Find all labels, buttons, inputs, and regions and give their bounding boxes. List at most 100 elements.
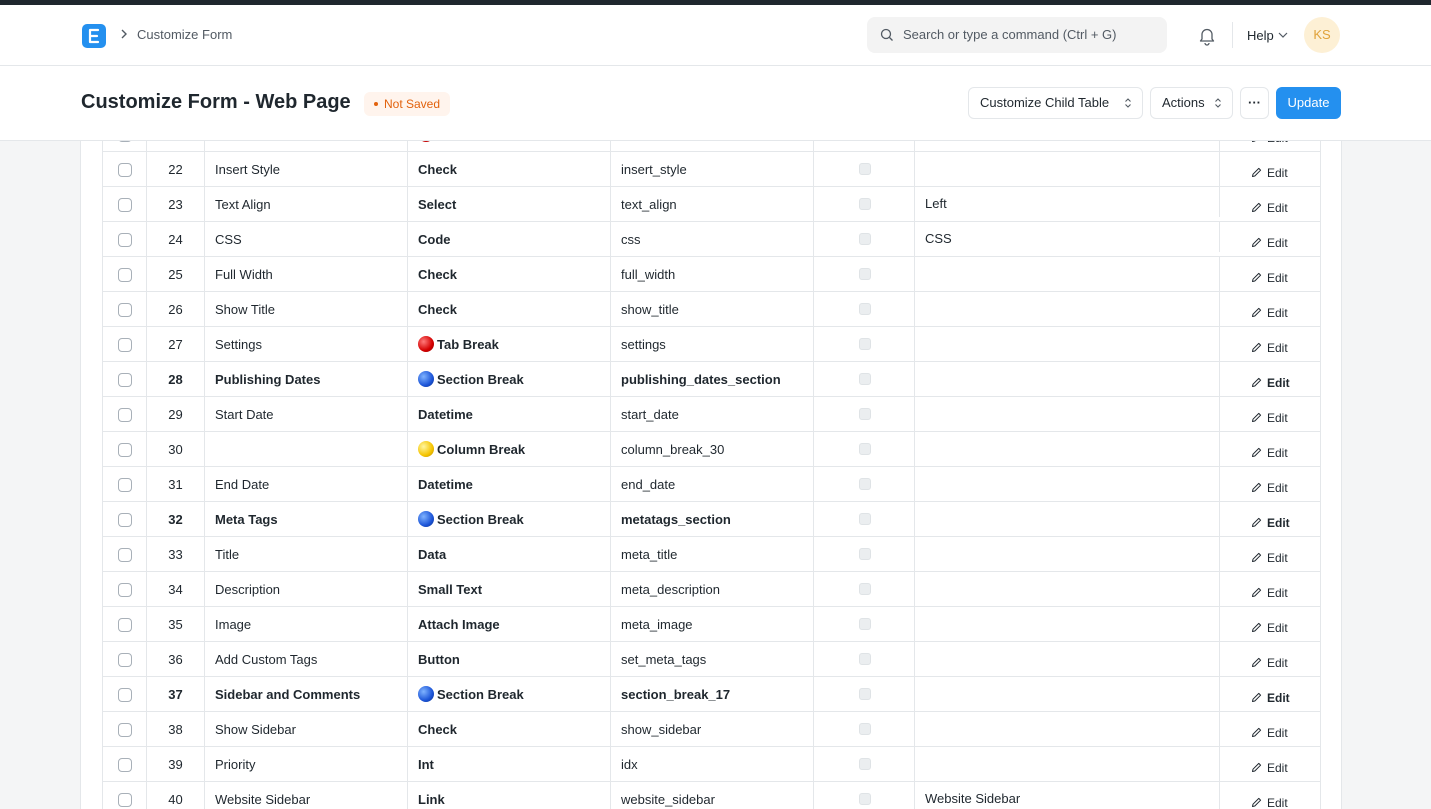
field-options[interactable]: Website Sidebar (915, 782, 1220, 809)
field-name[interactable]: css (611, 222, 814, 257)
row-checkbox[interactable] (118, 303, 132, 317)
field-label[interactable]: Website Sidebar (205, 782, 408, 809)
edit-button[interactable]: Edit (1251, 611, 1288, 642)
row-checkbox[interactable] (118, 758, 132, 772)
table-row[interactable]: 23Text Align Select text_align Left Center Ed… (102, 187, 1321, 222)
row-checkbox[interactable] (118, 443, 132, 457)
field-label[interactable]: Image (205, 607, 408, 642)
field-type-cell[interactable]: Attach Image (408, 607, 611, 642)
field-name[interactable]: meta_description (611, 572, 814, 607)
field-label[interactable]: Settings (205, 327, 408, 362)
field-options[interactable] (915, 292, 1220, 327)
field-label[interactable]: Title (205, 537, 408, 572)
row-checkbox[interactable] (118, 338, 132, 352)
field-name[interactable]: publishing_dates_section (611, 362, 814, 397)
field-options[interactable] (915, 257, 1220, 292)
row-checkbox[interactable] (118, 548, 132, 562)
field-options[interactable] (915, 607, 1220, 642)
mandatory-checkbox[interactable] (859, 793, 871, 805)
table-row[interactable]: 29 Start Date Datetime start_date Edit (102, 397, 1321, 432)
edit-button[interactable]: Edit (1251, 471, 1288, 502)
table-row[interactable]: 38 Show Sidebar Check show_sidebar Edit (102, 712, 1321, 747)
row-checkbox[interactable] (118, 653, 132, 667)
help-menu[interactable]: Help (1247, 28, 1274, 43)
edit-button[interactable]: Edit (1251, 716, 1288, 747)
edit-button[interactable]: Edit (1251, 786, 1288, 809)
row-checkbox[interactable] (118, 723, 132, 737)
edit-button[interactable]: Edit (1251, 226, 1288, 257)
row-checkbox[interactable] (118, 373, 132, 387)
row-checkbox[interactable] (118, 268, 132, 282)
field-type-cell[interactable]: Check (408, 292, 611, 327)
field-options[interactable] (915, 677, 1220, 712)
field-label[interactable]: End Date (205, 467, 408, 502)
edit-button[interactable]: Edit (1251, 191, 1288, 222)
table-row[interactable]: 34 Description Small Text meta_description E… (102, 572, 1321, 607)
field-type-cell[interactable]: Check (408, 257, 611, 292)
field-name[interactable]: meta_image (611, 607, 814, 642)
app-logo[interactable] (82, 24, 106, 48)
mandatory-checkbox[interactable] (859, 338, 871, 350)
mandatory-checkbox[interactable] (859, 478, 871, 490)
mandatory-checkbox[interactable] (859, 513, 871, 525)
field-name[interactable]: metatags_section (611, 502, 814, 537)
field-label[interactable]: Show Sidebar (205, 712, 408, 747)
edit-button[interactable]: Edit (1251, 576, 1288, 607)
field-name[interactable] (611, 141, 814, 152)
row-checkbox[interactable] (118, 688, 132, 702)
table-row[interactable]: 36 Add Custom Tags Button set_meta_tags Edit (102, 642, 1321, 677)
field-name[interactable]: full_width (611, 257, 814, 292)
field-name[interactable]: show_title (611, 292, 814, 327)
field-type-cell[interactable]: Small Text (408, 572, 611, 607)
row-checkbox[interactable] (118, 408, 132, 422)
field-name[interactable]: insert_style (611, 152, 814, 187)
edit-button[interactable]: Edit (1251, 541, 1288, 572)
field-label[interactable]: Insert Style (205, 152, 408, 187)
field-name[interactable]: start_date (611, 397, 814, 432)
field-options[interactable] (915, 502, 1220, 537)
field-options[interactable] (915, 152, 1220, 187)
row-checkbox[interactable] (118, 198, 132, 212)
field-type-cell[interactable]: Column Break (408, 432, 611, 467)
table-row[interactable]: 25 Full Width Check full_width Edit (102, 257, 1321, 292)
field-type-cell[interactable]: Section Break (408, 362, 611, 397)
mandatory-checkbox[interactable] (859, 198, 871, 210)
edit-button[interactable]: Edit (1251, 681, 1290, 712)
field-options[interactable] (915, 397, 1220, 432)
field-name[interactable]: idx (611, 747, 814, 782)
field-label[interactable]: Show Title (205, 292, 408, 327)
bell-icon[interactable] (1198, 26, 1216, 46)
mandatory-checkbox[interactable] (859, 618, 871, 630)
field-type-cell[interactable]: Select (408, 187, 611, 222)
table-row[interactable]: 32 Meta Tags Section Break metatags_section… (102, 502, 1321, 537)
mandatory-checkbox[interactable] (859, 373, 871, 385)
mandatory-checkbox[interactable] (859, 163, 871, 175)
field-label[interactable]: Priority (205, 747, 408, 782)
field-options[interactable] (915, 747, 1220, 782)
field-type-cell[interactable]: Datetime (408, 397, 611, 432)
field-options[interactable] (915, 537, 1220, 572)
mandatory-checkbox[interactable] (859, 303, 871, 315)
mandatory-checkbox[interactable] (859, 268, 871, 280)
row-checkbox[interactable] (118, 583, 132, 597)
table-row[interactable]: 35 Image Attach Image meta_image Edit (102, 607, 1321, 642)
row-checkbox[interactable] (118, 793, 132, 807)
mandatory-checkbox[interactable] (859, 443, 871, 455)
field-label[interactable]: Text Align (205, 187, 408, 222)
table-row[interactable]: 30 Column Break column_break_30 Edit (102, 432, 1321, 467)
field-options[interactable] (915, 141, 1220, 152)
field-name[interactable]: text_align (611, 187, 814, 222)
table-row[interactable]: 22 Insert Style Check insert_style Edit (102, 152, 1321, 187)
field-type-cell[interactable]: Tab Break (408, 327, 611, 362)
field-options[interactable] (915, 362, 1220, 397)
mandatory-checkbox[interactable] (859, 653, 871, 665)
table-row[interactable]: 28 Publishing Dates Section Break publishin… (102, 362, 1321, 397)
avatar[interactable]: KS (1304, 17, 1340, 53)
field-type-cell[interactable]: Check (408, 712, 611, 747)
table-row[interactable]: 26 Show Title Check show_title Edit (102, 292, 1321, 327)
field-type-cell[interactable]: Check (408, 152, 611, 187)
field-type-cell[interactable]: Button (408, 642, 611, 677)
field-name[interactable]: end_date (611, 467, 814, 502)
mandatory-checkbox[interactable] (859, 583, 871, 595)
edit-button[interactable]: Edit (1251, 141, 1288, 152)
